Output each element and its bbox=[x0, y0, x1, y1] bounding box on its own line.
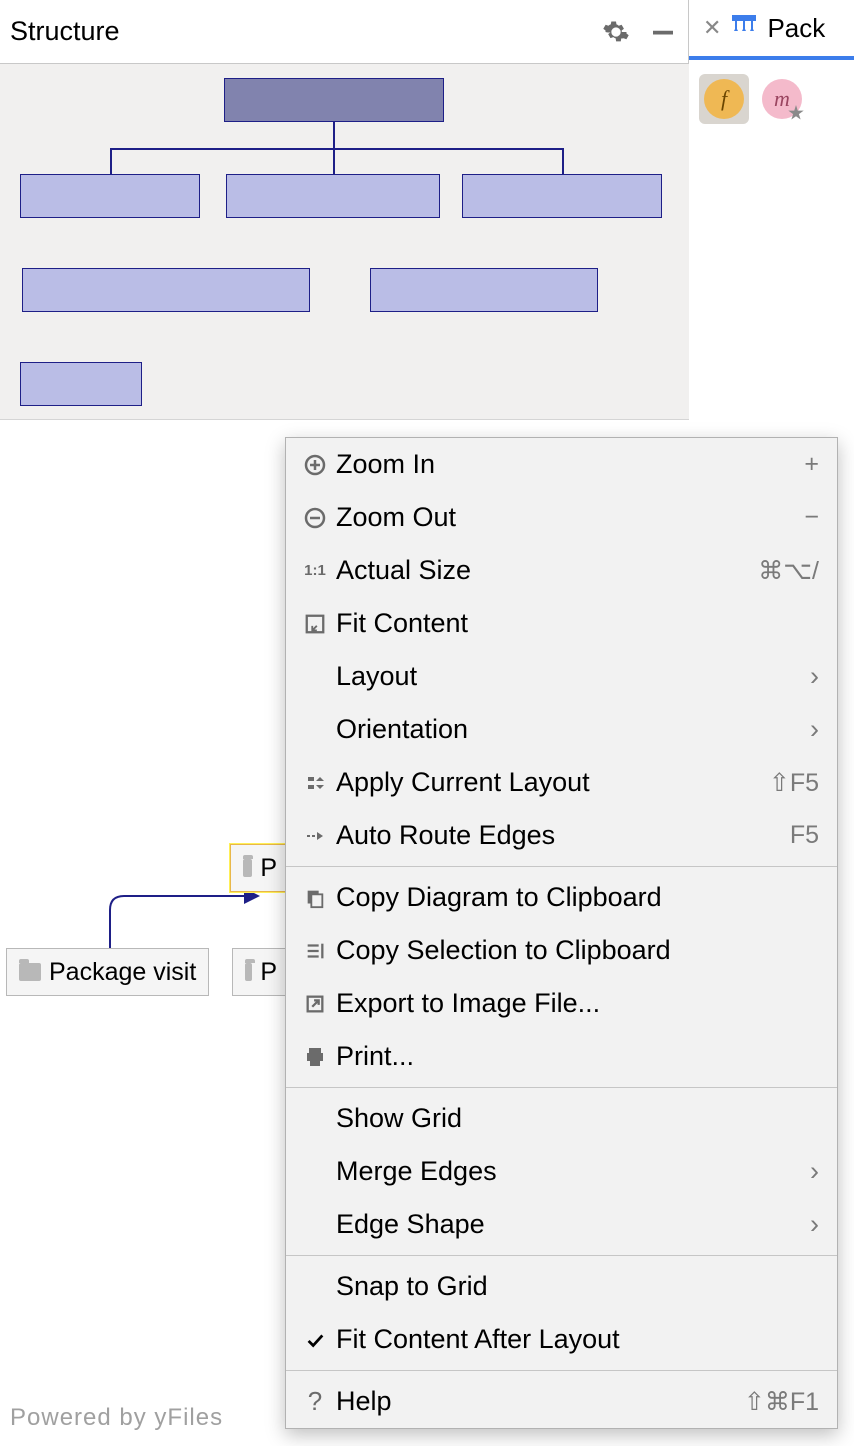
structure-header: Structure bbox=[0, 0, 688, 64]
menu-separator bbox=[286, 1370, 837, 1371]
menu-label: Orientation bbox=[332, 714, 810, 745]
menu-shortcut: ⌘⌥/ bbox=[758, 556, 819, 586]
menu-label: Help bbox=[332, 1386, 744, 1417]
zoom-out-icon bbox=[298, 506, 332, 530]
menu-label: Apply Current Layout bbox=[332, 767, 769, 798]
menu-shortcut: + bbox=[804, 450, 819, 479]
package-node[interactable]: Package visit bbox=[6, 948, 209, 996]
menu-print[interactable]: Print... bbox=[286, 1030, 837, 1083]
diagram-icon bbox=[729, 13, 759, 44]
menu-label: Auto Route Edges bbox=[332, 820, 790, 851]
overview-node[interactable] bbox=[226, 174, 440, 218]
menu-shortcut: F5 bbox=[790, 821, 819, 850]
menu-merge-edges[interactable]: Merge Edges › bbox=[286, 1145, 837, 1198]
menu-fit-content[interactable]: Fit Content bbox=[286, 597, 837, 650]
overview-node[interactable] bbox=[462, 174, 662, 218]
fit-content-icon bbox=[298, 613, 332, 635]
chevron-right-icon: › bbox=[810, 1156, 819, 1187]
menu-label: Merge Edges bbox=[332, 1156, 810, 1187]
check-icon bbox=[298, 1329, 332, 1351]
actual-size-icon: 1:1 bbox=[298, 562, 332, 579]
menu-shortcut: ⇧⌘F1 bbox=[744, 1387, 819, 1417]
menu-apply-layout[interactable]: Apply Current Layout ⇧F5 bbox=[286, 756, 837, 809]
menu-shortcut: ⇧F5 bbox=[769, 768, 819, 798]
menu-label: Fit Content bbox=[332, 608, 819, 639]
package-label: P bbox=[260, 854, 277, 883]
menu-label: Print... bbox=[332, 1041, 819, 1072]
menu-label: Copy Selection to Clipboard bbox=[332, 935, 819, 966]
copy-selection-icon bbox=[298, 940, 332, 962]
menu-help[interactable]: ? Help ⇧⌘F1 bbox=[286, 1375, 837, 1428]
menu-label: Zoom Out bbox=[332, 502, 804, 533]
menu-label: Zoom In bbox=[332, 449, 804, 480]
menu-label: Edge Shape bbox=[332, 1209, 810, 1240]
tab-label: Pack bbox=[767, 13, 825, 44]
menu-separator bbox=[286, 866, 837, 867]
zoom-in-icon bbox=[298, 453, 332, 477]
package-node[interactable]: P bbox=[232, 948, 290, 996]
menu-layout[interactable]: Layout › bbox=[286, 650, 837, 703]
menu-label: Export to Image File... bbox=[332, 988, 819, 1019]
menu-edge-shape[interactable]: Edge Shape › bbox=[286, 1198, 837, 1251]
gear-icon[interactable] bbox=[602, 18, 630, 46]
menu-zoom-out[interactable]: Zoom Out − bbox=[286, 491, 837, 544]
menu-shortcut: − bbox=[804, 503, 819, 532]
package-label: Package visit bbox=[49, 958, 196, 987]
menu-auto-route[interactable]: Auto Route Edges F5 bbox=[286, 809, 837, 862]
chevron-right-icon: › bbox=[810, 1209, 819, 1240]
menu-copy-selection[interactable]: Copy Selection to Clipboard bbox=[286, 924, 837, 977]
apply-layout-icon bbox=[298, 771, 332, 795]
package-icon bbox=[19, 963, 41, 981]
menu-orientation[interactable]: Orientation › bbox=[286, 703, 837, 756]
avatar-m[interactable]: m bbox=[757, 74, 807, 124]
close-icon[interactable]: ✕ bbox=[703, 15, 721, 41]
menu-label: Snap to Grid bbox=[332, 1271, 819, 1302]
minimize-icon[interactable] bbox=[648, 17, 678, 47]
menu-separator bbox=[286, 1087, 837, 1088]
help-icon: ? bbox=[298, 1386, 332, 1417]
chevron-right-icon: › bbox=[810, 714, 819, 745]
overview-node[interactable] bbox=[20, 362, 142, 406]
overview-node[interactable] bbox=[20, 174, 200, 218]
overview-node[interactable] bbox=[22, 268, 310, 312]
context-menu: Zoom In + Zoom Out − 1:1 Actual Size ⌘⌥/… bbox=[285, 437, 838, 1429]
menu-label: Fit Content After Layout bbox=[332, 1324, 819, 1355]
menu-snap-to-grid[interactable]: Snap to Grid bbox=[286, 1260, 837, 1313]
package-node-selected[interactable]: P bbox=[230, 844, 290, 892]
structure-overview[interactable] bbox=[0, 64, 689, 420]
avatar-label: f bbox=[704, 79, 744, 119]
menu-separator bbox=[286, 1255, 837, 1256]
powered-by-label: Powered by yFiles bbox=[10, 1404, 223, 1432]
structure-panel: Structure bbox=[0, 0, 689, 420]
menu-fit-after-layout[interactable]: Fit Content After Layout bbox=[286, 1313, 837, 1366]
overview-node[interactable] bbox=[370, 268, 598, 312]
overview-node-root[interactable] bbox=[224, 78, 444, 122]
export-icon bbox=[298, 993, 332, 1015]
menu-zoom-in[interactable]: Zoom In + bbox=[286, 438, 837, 491]
tab[interactable]: ✕ Pack bbox=[689, 0, 854, 60]
menu-label: Show Grid bbox=[332, 1103, 819, 1134]
menu-label: Layout bbox=[332, 661, 810, 692]
chevron-right-icon: › bbox=[810, 661, 819, 692]
package-icon bbox=[243, 859, 252, 877]
print-icon bbox=[298, 1045, 332, 1069]
package-label: P bbox=[260, 958, 277, 987]
edge bbox=[0, 420, 300, 1020]
package-icon bbox=[245, 963, 252, 981]
avatar-row: f m bbox=[689, 74, 854, 124]
menu-label: Actual Size bbox=[332, 555, 758, 586]
menu-export-image[interactable]: Export to Image File... bbox=[286, 977, 837, 1030]
avatar-f[interactable]: f bbox=[699, 74, 749, 124]
menu-show-grid[interactable]: Show Grid bbox=[286, 1092, 837, 1145]
menu-label: Copy Diagram to Clipboard bbox=[332, 882, 819, 913]
editor-tabs: ✕ Pack f m bbox=[689, 0, 854, 124]
copy-icon bbox=[298, 887, 332, 909]
route-edges-icon bbox=[298, 824, 332, 848]
menu-actual-size[interactable]: 1:1 Actual Size ⌘⌥/ bbox=[286, 544, 837, 597]
menu-copy-diagram[interactable]: Copy Diagram to Clipboard bbox=[286, 871, 837, 924]
avatar-label: m bbox=[762, 79, 802, 119]
structure-title: Structure bbox=[10, 16, 602, 47]
